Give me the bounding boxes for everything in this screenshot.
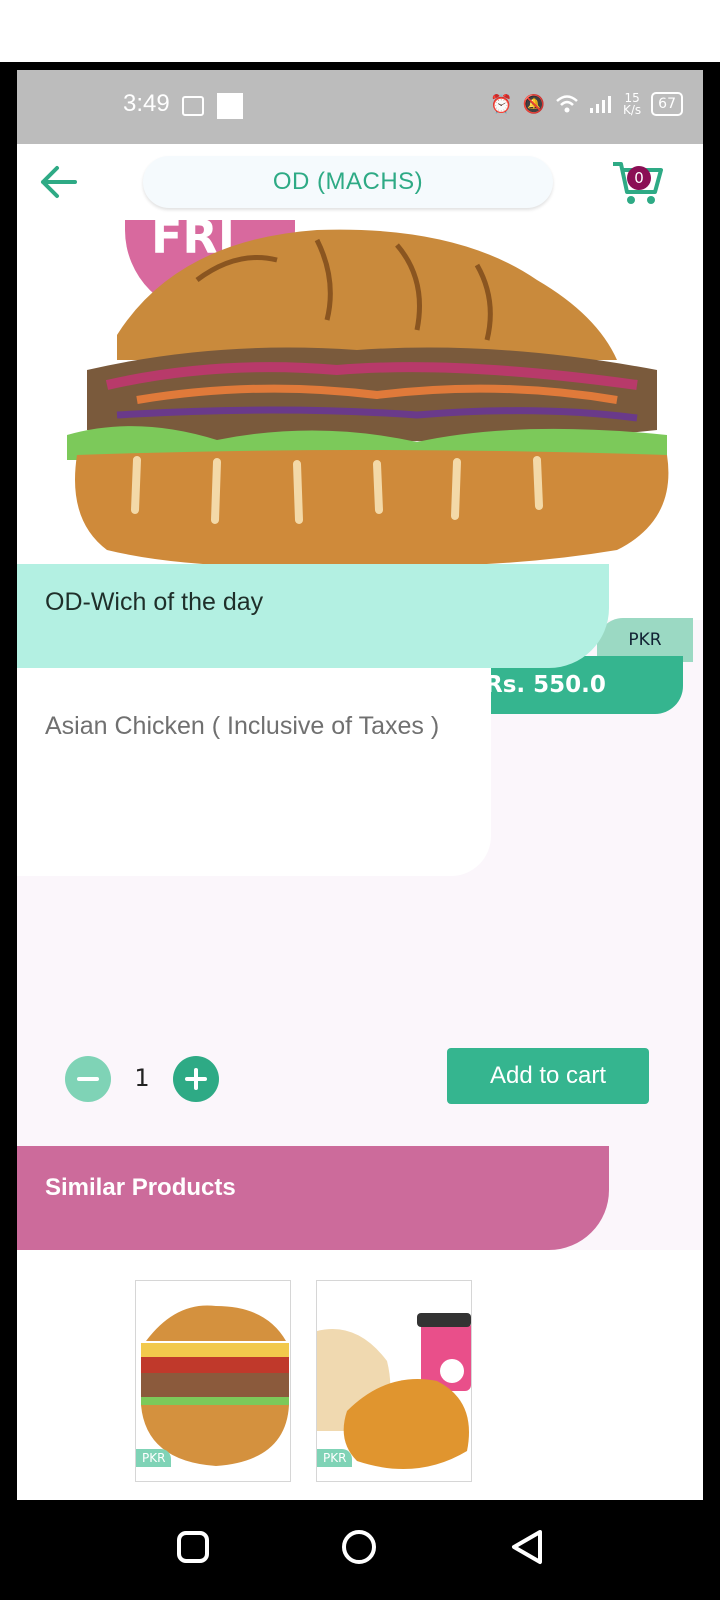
back-arrow-icon[interactable]: [37, 162, 81, 202]
system-nav-bar: [0, 1500, 720, 1600]
network-speed: 15 K/s: [623, 91, 642, 117]
notification-icon: [182, 96, 204, 116]
sandwich-image: [67, 229, 669, 567]
app-bar: OD (MACHS) 0: [17, 144, 703, 220]
nav-home-icon[interactable]: [340, 1528, 378, 1566]
alarm-icon: ⏰: [490, 93, 513, 115]
app-screen: 3:49 ⏰ 🔕 15 K/s 67 OD (MACHS) 0 FRI PKR …: [17, 70, 703, 1500]
similar-products-header: Similar Products: [17, 1146, 609, 1250]
increase-quantity-button[interactable]: [173, 1056, 219, 1102]
store-title[interactable]: OD (MACHS): [143, 156, 553, 208]
cart-count-badge: 0: [627, 166, 651, 190]
similar-products-list: PKR PKR: [17, 1250, 703, 1500]
nav-back-icon[interactable]: [510, 1528, 544, 1566]
quantity-value: 1: [134, 1064, 150, 1092]
wifi-icon: [556, 95, 578, 113]
product-image: FRI PKR Rs. 550.0: [17, 220, 703, 714]
product-name: OD-Wich of the day: [45, 588, 264, 616]
similar-product-currency: PKR: [317, 1449, 353, 1467]
decrease-quantity-button[interactable]: [65, 1056, 111, 1102]
notification-square-icon: [217, 93, 243, 119]
similar-product-currency: PKR: [136, 1449, 172, 1467]
battery-icon: 67: [651, 92, 683, 116]
product-description: Asian Chicken ( Inclusive of Taxes ): [45, 712, 440, 740]
add-to-cart-button[interactable]: Add to cart: [447, 1048, 649, 1104]
status-bar: 3:49 ⏰ 🔕 15 K/s 67: [17, 70, 703, 144]
mute-icon: 🔕: [522, 93, 545, 115]
status-time: 3:49: [123, 90, 170, 117]
similar-product-card[interactable]: PKR: [135, 1280, 291, 1482]
similar-product-card[interactable]: PKR: [316, 1280, 472, 1482]
signal-icon: [590, 96, 611, 113]
description-card: Asian Chicken ( Inclusive of Taxes ): [17, 668, 491, 876]
similar-products-title: Similar Products: [45, 1174, 236, 1201]
status-icons: ⏰ 🔕 15 K/s 67: [490, 92, 683, 116]
product-name-band: OD-Wich of the day: [17, 564, 609, 668]
nav-recents-icon[interactable]: [176, 1530, 210, 1564]
